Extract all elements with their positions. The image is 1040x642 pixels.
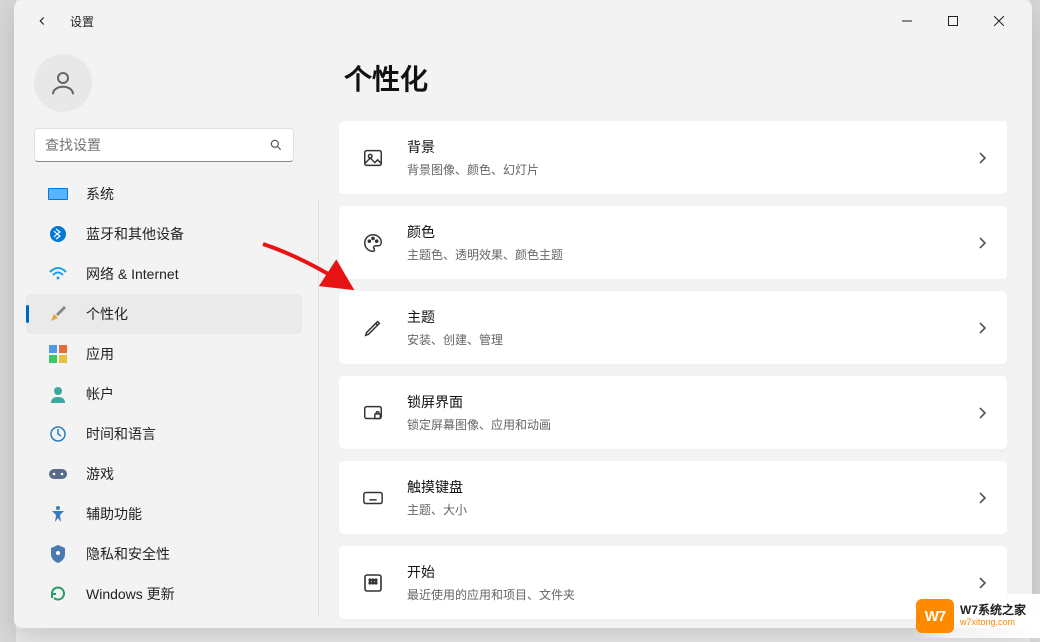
accessibility-icon (49, 505, 67, 523)
search-field[interactable] (45, 137, 269, 153)
title-bar: 设置 (14, 0, 1032, 42)
settings-window: 设置 (14, 0, 1032, 628)
minimize-button[interactable] (884, 6, 930, 36)
apps-icon (49, 345, 67, 363)
sidebar-item-label: 隐私和安全性 (86, 544, 170, 564)
card-title: 触摸键盘 (407, 477, 977, 497)
card-background[interactable]: 背景 背景图像、颜色、幻灯片 (338, 120, 1008, 195)
window-title: 设置 (70, 13, 94, 30)
sidebar-item-label: 帐户 (86, 384, 114, 404)
close-icon (994, 16, 1004, 26)
paintbrush-icon (48, 304, 68, 324)
lock-screen-icon (362, 402, 384, 424)
card-themes[interactable]: 主题 安装、创建、管理 (338, 290, 1008, 365)
watermark-line1: W7系统之家 (960, 604, 1026, 617)
update-icon (49, 585, 67, 603)
card-title: 锁屏界面 (407, 392, 977, 412)
sidebar-item-windows-update[interactable]: Windows 更新 (26, 574, 302, 614)
search-input[interactable] (34, 128, 294, 162)
minimize-icon (902, 16, 912, 26)
watermark-badge: W7 (916, 599, 954, 633)
card-subtitle: 背景图像、颜色、幻灯片 (407, 161, 977, 178)
sidebar-item-label: 个性化 (86, 304, 128, 324)
sidebar-item-label: 蓝牙和其他设备 (86, 224, 184, 244)
chevron-right-icon (977, 576, 987, 590)
wifi-icon (48, 266, 68, 282)
shield-icon (50, 545, 66, 563)
sidebar-item-label: 时间和语言 (86, 424, 156, 444)
sidebar-item-label: 游戏 (86, 464, 114, 484)
monitor-icon (48, 186, 68, 202)
watermark: W7 W7系统之家 w7xitong.com (912, 594, 1040, 638)
palette-icon (362, 232, 384, 254)
card-title: 背景 (407, 137, 977, 157)
sidebar-item-label: 应用 (86, 344, 114, 364)
sidebar-item-bluetooth[interactable]: 蓝牙和其他设备 (26, 214, 302, 254)
chevron-right-icon (977, 406, 987, 420)
sidebar-item-label: 辅助功能 (86, 504, 142, 524)
watermark-line2: w7xitong.com (960, 618, 1026, 628)
sidebar-item-time-language[interactable]: 时间和语言 (26, 414, 302, 454)
maximize-button[interactable] (930, 6, 976, 36)
keyboard-icon (362, 490, 384, 506)
sidebar-item-label: 网络 & Internet (86, 264, 179, 284)
clock-globe-icon (49, 425, 67, 443)
sidebar-item-label: Windows 更新 (86, 584, 175, 604)
chevron-right-icon (977, 321, 987, 335)
card-subtitle: 最近使用的应用和项目、文件夹 (407, 586, 977, 603)
back-button[interactable] (28, 7, 56, 35)
sidebar-item-apps[interactable]: 应用 (26, 334, 302, 374)
user-avatar[interactable] (34, 54, 92, 112)
sidebar-item-system[interactable]: 系统 (26, 174, 302, 214)
card-colors[interactable]: 颜色 主题色、透明效果、颜色主题 (338, 205, 1008, 280)
sidebar-item-label: 系统 (86, 184, 114, 204)
card-title: 开始 (407, 562, 977, 582)
account-icon (49, 385, 67, 403)
sidebar-item-gaming[interactable]: 游戏 (26, 454, 302, 494)
sidebar: 系统 蓝牙和其他设备 网络 & Internet 个性化 应用 (14, 42, 314, 628)
person-icon (48, 68, 78, 98)
sidebar-item-privacy[interactable]: 隐私和安全性 (26, 534, 302, 574)
chevron-right-icon (977, 151, 987, 165)
card-subtitle: 主题色、透明效果、颜色主题 (407, 246, 977, 263)
card-subtitle: 安装、创建、管理 (407, 331, 977, 348)
pen-icon (362, 317, 384, 339)
card-subtitle: 锁定屏幕图像、应用和动画 (407, 416, 977, 433)
card-lock-screen[interactable]: 锁屏界面 锁定屏幕图像、应用和动画 (338, 375, 1008, 450)
chevron-right-icon (977, 236, 987, 250)
close-button[interactable] (976, 6, 1022, 36)
card-subtitle: 主题、大小 (407, 501, 977, 518)
sidebar-item-accessibility[interactable]: 辅助功能 (26, 494, 302, 534)
card-start[interactable]: 开始 最近使用的应用和项目、文件夹 (338, 545, 1008, 620)
content-area: 个性化 背景 背景图像、颜色、幻灯片 颜色 主题色、透明效果、颜色主题 (314, 42, 1032, 628)
sidebar-item-accounts[interactable]: 帐户 (26, 374, 302, 414)
card-title: 主题 (407, 307, 977, 327)
sidebar-item-personalization[interactable]: 个性化 (26, 294, 302, 334)
search-icon (269, 138, 283, 152)
start-icon (363, 573, 383, 593)
gamepad-icon (48, 467, 68, 481)
sidebar-item-network[interactable]: 网络 & Internet (26, 254, 302, 294)
arrow-left-icon (35, 14, 49, 28)
sidebar-nav: 系统 蓝牙和其他设备 网络 & Internet 个性化 应用 (14, 174, 314, 628)
image-icon (362, 147, 384, 169)
page-title: 个性化 (344, 58, 1008, 98)
chevron-right-icon (977, 491, 987, 505)
card-title: 颜色 (407, 222, 977, 242)
card-touch-keyboard[interactable]: 触摸键盘 主题、大小 (338, 460, 1008, 535)
maximize-icon (948, 16, 958, 26)
bluetooth-icon (49, 225, 67, 243)
